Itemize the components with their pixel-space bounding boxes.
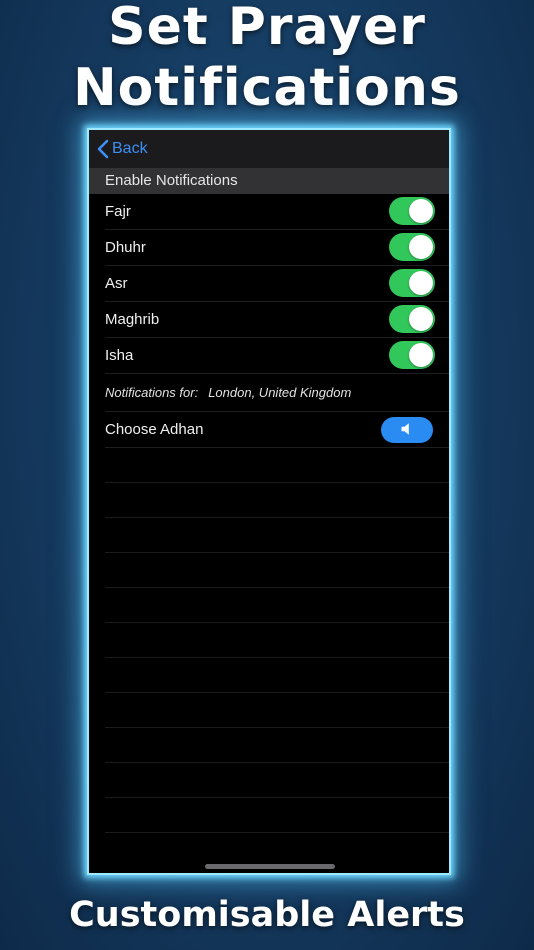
back-button[interactable]: Back	[97, 136, 148, 162]
choose-adhan-button[interactable]	[381, 417, 433, 443]
empty-list-area	[89, 448, 449, 833]
prayer-label: Asr	[105, 275, 128, 292]
section-header: Enable Notifications	[89, 168, 449, 194]
section-header-title: Enable Notifications	[105, 172, 238, 189]
settings-list: Fajr Dhuhr Asr Maghrib Isha Notification…	[89, 194, 449, 833]
asr-toggle[interactable]	[389, 269, 435, 297]
prayer-row-fajr: Fajr	[105, 194, 449, 230]
prayer-label: Maghrib	[105, 311, 160, 328]
empty-row	[105, 658, 449, 693]
prayer-label: Isha	[105, 347, 134, 364]
promo-headline-line1: Set Prayer	[108, 0, 426, 57]
toggle-knob	[409, 307, 433, 331]
prayer-row-asr: Asr	[105, 266, 449, 302]
empty-row	[105, 588, 449, 623]
location-prefix: Notifications for:	[105, 385, 199, 400]
location-text: Notifications for: London, United Kingdom	[105, 385, 351, 400]
prayer-label: Dhuhr	[105, 239, 146, 256]
empty-row	[105, 518, 449, 553]
empty-row	[105, 448, 449, 483]
phone-screen: Back Enable Notifications Fajr Dhuhr Asr…	[87, 128, 451, 875]
prayer-row-maghrib: Maghrib	[105, 302, 449, 338]
home-indicator[interactable]	[205, 864, 335, 869]
navigation-bar: Back	[89, 130, 449, 168]
empty-row	[105, 763, 449, 798]
prayer-label: Fajr	[105, 203, 131, 220]
isha-toggle[interactable]	[389, 341, 435, 369]
toggle-knob	[409, 271, 433, 295]
empty-row	[105, 553, 449, 588]
toggle-knob	[409, 343, 433, 367]
empty-row	[105, 693, 449, 728]
location-value: London, United Kingdom	[208, 385, 352, 400]
toggle-knob	[409, 199, 433, 223]
speaker-icon	[400, 421, 414, 440]
dhuhr-toggle[interactable]	[389, 233, 435, 261]
empty-row	[105, 623, 449, 658]
prayer-row-isha: Isha	[105, 338, 449, 374]
fajr-toggle[interactable]	[389, 197, 435, 225]
maghrib-toggle[interactable]	[389, 305, 435, 333]
empty-row	[105, 798, 449, 833]
toggle-knob	[409, 235, 433, 259]
empty-row	[105, 728, 449, 763]
choose-adhan-label: Choose Adhan	[105, 421, 204, 438]
prayer-row-dhuhr: Dhuhr	[105, 230, 449, 266]
location-row: Notifications for: London, United Kingdom	[105, 374, 449, 412]
choose-adhan-row: Choose Adhan	[105, 412, 449, 448]
promo-footer-caption: Customisable Alerts	[69, 895, 465, 935]
promo-headline-line2: Notifications	[73, 58, 461, 118]
back-button-label: Back	[112, 140, 148, 157]
chevron-left-icon	[97, 139, 109, 159]
empty-row	[105, 483, 449, 518]
